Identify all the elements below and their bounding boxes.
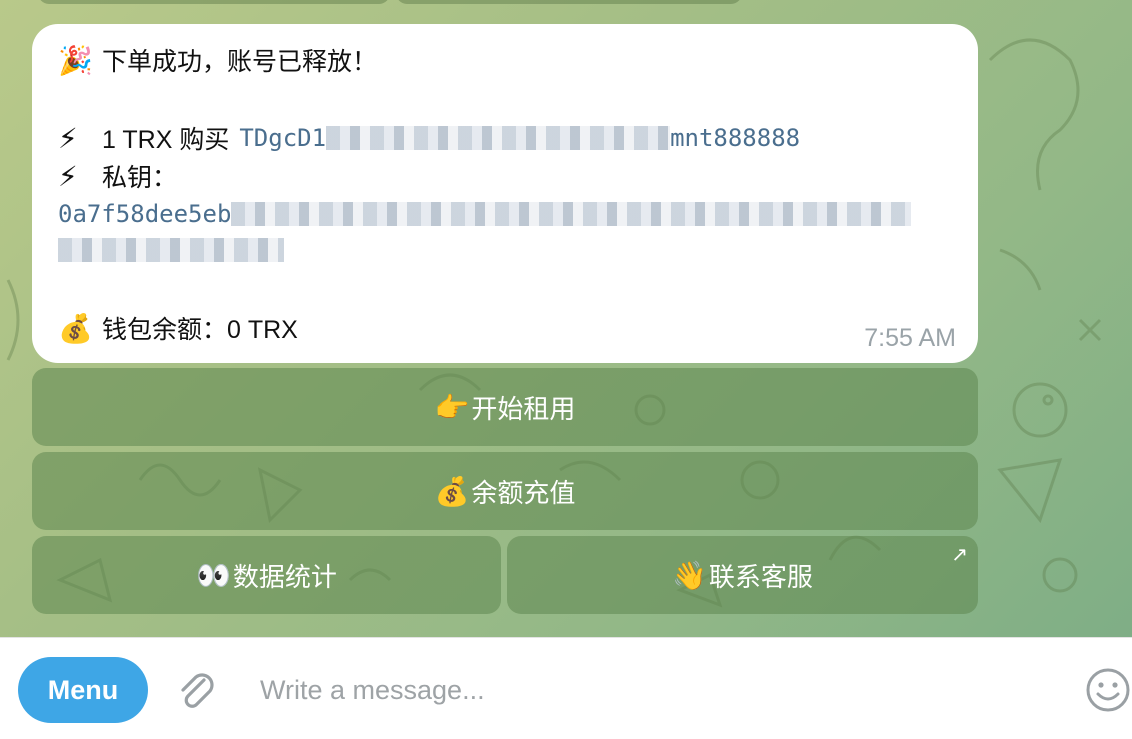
previous-keyboard-button[interactable] — [38, 0, 390, 4]
smiley-icon[interactable] — [1086, 666, 1132, 714]
start-rent-label: 开始租用 — [471, 393, 576, 424]
menu-button[interactable]: Menu — [18, 657, 148, 723]
message-time: 7:55 AM — [864, 324, 956, 352]
recharge-label: 余额充值 — [471, 477, 576, 508]
eyes-icon: 👀 — [196, 559, 231, 591]
message-input[interactable] — [258, 664, 1022, 716]
contact-support-button[interactable]: 👋 联系客服 ↗ — [507, 536, 978, 614]
message-input-bar: Menu — [0, 637, 1132, 739]
private-key-prefix[interactable]: 0a7f58dee5eb — [58, 200, 231, 228]
private-key-label-line: ⚡ 私钥： — [58, 158, 177, 194]
previous-keyboard-button[interactable] — [396, 0, 742, 4]
private-key-redacted — [58, 238, 284, 262]
address-prefix[interactable]: TDgcD1 — [239, 124, 326, 152]
balance-line: 💰 钱包余额：0 TRX — [58, 310, 298, 346]
party-popper-icon: 🎉 — [58, 44, 93, 76]
buy-label: 1 TRX 购买 — [102, 126, 230, 154]
balance-label: 钱包余额：0 TRX — [102, 316, 298, 344]
external-link-arrow-icon: ↗ — [951, 544, 968, 566]
lightning-icon: ⚡ — [58, 160, 78, 192]
money-bag-icon: 💰 — [434, 475, 470, 507]
private-key-line-2 — [58, 238, 284, 262]
stats-button[interactable]: 👀 数据统计 — [32, 536, 501, 614]
money-bag-icon: 💰 — [58, 312, 93, 344]
start-rent-button[interactable]: 👉 开始租用 — [32, 368, 978, 446]
lightning-icon: ⚡ — [58, 122, 78, 154]
address-redacted — [326, 126, 671, 150]
recharge-button[interactable]: 💰 余额充值 — [32, 452, 978, 530]
waving-hand-icon: 👋 — [672, 559, 707, 591]
message-title: 下单成功，账号已释放！ — [102, 48, 378, 76]
private-key-redacted — [231, 202, 912, 226]
stats-label: 数据统计 — [232, 561, 337, 592]
paperclip-icon[interactable] — [174, 668, 220, 714]
buy-line: ⚡ 1 TRX 购买 TDgcD1 mnt888888 — [58, 120, 800, 156]
message-bubble: 🎉 下单成功，账号已释放！ ⚡ 1 TRX 购买 TDgcD1 mnt88888… — [32, 24, 978, 363]
private-key-label: 私钥： — [102, 164, 178, 192]
address-suffix[interactable]: mnt888888 — [670, 124, 800, 152]
private-key-line: 0a7f58dee5eb — [58, 200, 912, 228]
pointing-hand-icon: 👉 — [434, 391, 470, 423]
contact-support-label: 联系客服 — [708, 561, 813, 592]
chat-background: 🎉 下单成功，账号已释放！ ⚡ 1 TRX 购买 TDgcD1 mnt88888… — [0, 0, 1132, 637]
message-title-line: 🎉 下单成功，账号已释放！ — [58, 42, 377, 78]
